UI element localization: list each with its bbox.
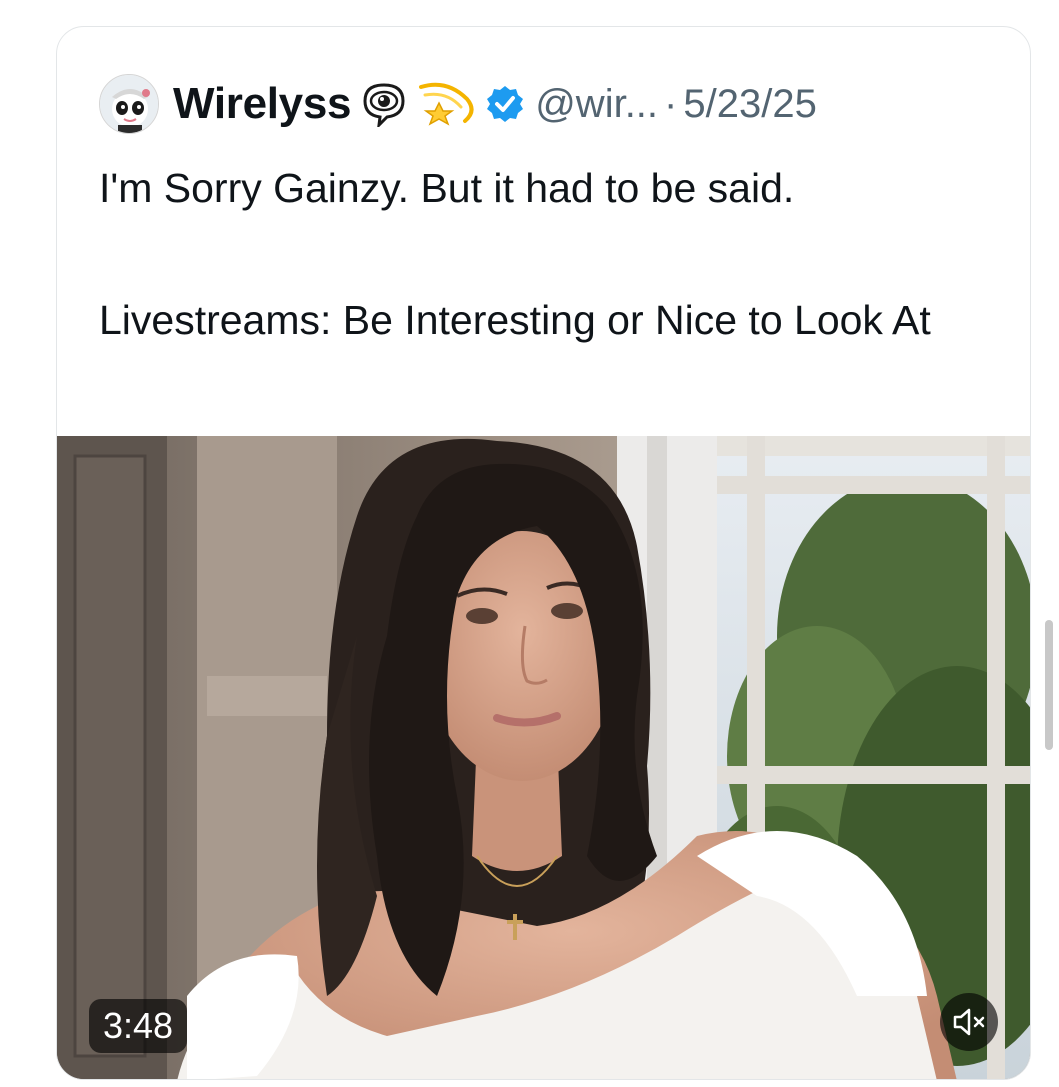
verified-badge-icon (485, 84, 525, 124)
separator-dot: · (664, 81, 678, 126)
eye-in-speech-bubble-icon (361, 81, 407, 127)
tweet-text: I'm Sorry Gainzy. But it had to be said.… (99, 155, 999, 353)
tweet-date[interactable]: 5/23/25 (683, 82, 816, 127)
page-scrollbar[interactable] (1045, 620, 1053, 750)
video-player[interactable]: 3:48 (57, 436, 1030, 1079)
tweet-text-line: I'm Sorry Gainzy. But it had to be said. (99, 165, 795, 211)
video-thumbnail (57, 436, 1030, 1079)
author-name[interactable]: Wirelyss (173, 79, 352, 129)
author-handle[interactable]: @wir... (535, 82, 658, 127)
speaker-muted-icon (952, 1007, 986, 1037)
avatar[interactable] (99, 74, 159, 134)
tweet-header: Wirelyss @wir... · 5/23/25 (99, 73, 817, 135)
video-duration: 3:48 (89, 999, 188, 1053)
mute-button[interactable] (940, 993, 998, 1051)
dizzy-star-icon (417, 81, 477, 127)
tweet-card[interactable]: Wirelyss @wir... · 5/23/25 I'm Sorry Gai… (56, 26, 1031, 1080)
tweet-text-line: Livestreams: Be Interesting or Nice to L… (99, 297, 931, 343)
